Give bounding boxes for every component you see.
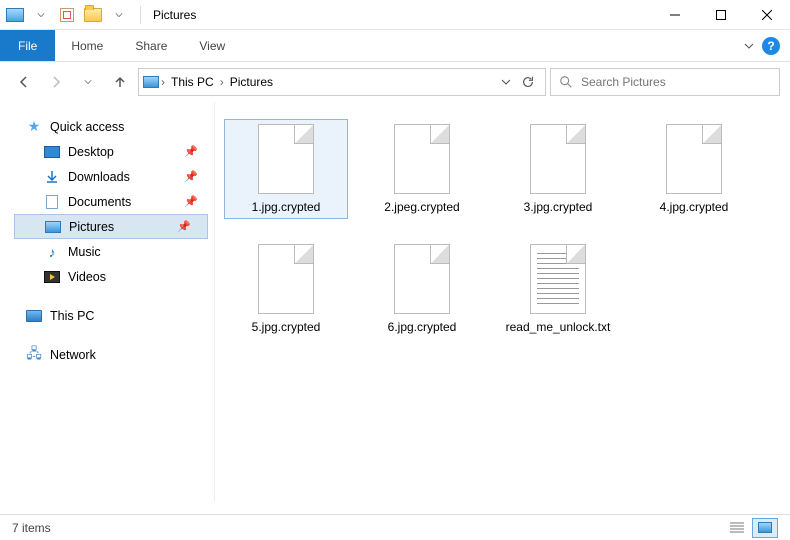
network-icon: 🖧 — [26, 347, 42, 363]
sidebar-item-label: Desktop — [68, 145, 114, 159]
videos-icon — [44, 269, 60, 285]
refresh-icon[interactable] — [521, 75, 535, 89]
downloads-icon — [44, 169, 60, 185]
sidebar-item-documents[interactable]: Documents 📌 — [14, 189, 214, 214]
content-pane[interactable]: 1.jpg.crypted 2.jpeg.crypted 3.jpg.crypted… — [215, 102, 790, 502]
text-file-icon — [530, 244, 586, 314]
sidebar-item-label: Downloads — [68, 170, 130, 184]
star-icon: ★ — [26, 119, 42, 135]
ribbon: File Home Share View ? — [0, 30, 790, 62]
item-count: 7 items — [12, 521, 51, 535]
pictures-location-icon — [143, 74, 159, 90]
chevron-down-icon[interactable] — [30, 4, 52, 26]
view-switcher — [724, 518, 778, 538]
explorer-app-icon — [4, 4, 26, 26]
forward-button[interactable] — [42, 68, 70, 96]
details-view-button[interactable] — [724, 518, 750, 538]
search-input[interactable] — [581, 75, 771, 89]
sidebar-item-label: Network — [50, 348, 96, 362]
tab-view[interactable]: View — [183, 30, 241, 61]
breadcrumb-this-pc[interactable]: This PC — [167, 75, 218, 89]
chevron-right-icon[interactable]: › — [161, 75, 165, 89]
file-item[interactable]: read_me_unlock.txt — [497, 240, 619, 338]
properties-icon[interactable] — [56, 4, 78, 26]
sidebar-item-label: Videos — [68, 270, 106, 284]
sidebar-network[interactable]: 🖧 Network — [14, 342, 214, 367]
file-tab[interactable]: File — [0, 30, 55, 61]
chevron-right-icon[interactable]: › — [220, 75, 224, 89]
tab-share[interactable]: Share — [119, 30, 183, 61]
address-dropdown-icon[interactable] — [501, 77, 511, 87]
pin-icon: 📌 — [184, 195, 198, 208]
sidebar-item-label: Music — [68, 245, 101, 259]
file-name-label: 2.jpeg.crypted — [384, 200, 459, 214]
search-box[interactable] — [550, 68, 780, 96]
tab-home[interactable]: Home — [55, 30, 119, 61]
explorer-body: ★ Quick access Desktop📌Downloads📌Documen… — [0, 102, 790, 502]
title-bar: Pictures — [0, 0, 790, 30]
sidebar-item-label: Pictures — [69, 220, 114, 234]
pictures-icon — [45, 219, 61, 235]
minimize-button[interactable] — [652, 0, 698, 30]
recent-locations-icon[interactable] — [74, 68, 102, 96]
folder-icon[interactable] — [82, 4, 104, 26]
sidebar-quick-access[interactable]: ★ Quick access — [14, 114, 214, 139]
sidebar-item-label: This PC — [50, 309, 94, 323]
pin-icon: 📌 — [184, 145, 198, 158]
file-name-label: 4.jpg.crypted — [660, 200, 729, 214]
large-icons-view-button[interactable] — [752, 518, 778, 538]
music-icon: ♪ — [44, 244, 60, 260]
navigation-pane: ★ Quick access Desktop📌Downloads📌Documen… — [0, 102, 215, 502]
separator — [140, 6, 141, 24]
file-item[interactable]: 5.jpg.crypted — [225, 240, 347, 338]
window-controls — [652, 0, 790, 30]
documents-icon — [44, 194, 60, 210]
sidebar-item-videos[interactable]: Videos — [14, 264, 214, 289]
file-icon — [394, 244, 450, 314]
status-bar: 7 items — [0, 514, 790, 540]
up-button[interactable] — [106, 68, 134, 96]
search-icon — [559, 75, 573, 89]
close-button[interactable] — [744, 0, 790, 30]
breadcrumb-pictures[interactable]: Pictures — [226, 75, 277, 89]
file-name-label: 1.jpg.crypted — [252, 200, 321, 214]
sidebar-this-pc[interactable]: This PC — [14, 303, 214, 328]
file-icon — [394, 124, 450, 194]
file-item[interactable]: 3.jpg.crypted — [497, 120, 619, 218]
expand-ribbon-icon[interactable] — [744, 41, 754, 51]
file-icon — [530, 124, 586, 194]
address-bar[interactable]: › This PC › Pictures — [138, 68, 546, 96]
maximize-button[interactable] — [698, 0, 744, 30]
sidebar-item-label: Quick access — [50, 120, 124, 134]
file-item[interactable]: 4.jpg.crypted — [633, 120, 755, 218]
sidebar-item-music[interactable]: ♪ Music — [14, 239, 214, 264]
file-name-label: 3.jpg.crypted — [524, 200, 593, 214]
quick-access-toolbar — [0, 4, 134, 26]
file-grid: 1.jpg.crypted 2.jpeg.crypted 3.jpg.crypted… — [225, 120, 780, 339]
file-item[interactable]: 6.jpg.crypted — [361, 240, 483, 338]
file-name-label: 6.jpg.crypted — [388, 320, 457, 334]
sidebar-item-label: Documents — [68, 195, 131, 209]
help-icon[interactable]: ? — [762, 37, 780, 55]
sidebar-item-pictures[interactable]: Pictures 📌 — [14, 214, 208, 239]
pin-icon: 📌 — [177, 220, 191, 233]
window-title: Pictures — [147, 8, 196, 22]
navigation-row: › This PC › Pictures — [0, 62, 790, 102]
pin-icon: 📌 — [184, 170, 198, 183]
pc-icon — [26, 308, 42, 324]
file-name-label: 5.jpg.crypted — [252, 320, 321, 334]
file-icon — [258, 124, 314, 194]
file-icon — [666, 124, 722, 194]
file-icon — [258, 244, 314, 314]
file-name-label: read_me_unlock.txt — [506, 320, 611, 334]
sidebar-item-downloads[interactable]: Downloads 📌 — [14, 164, 214, 189]
file-item[interactable]: 1.jpg.crypted — [225, 120, 347, 218]
sidebar-item-desktop[interactable]: Desktop 📌 — [14, 139, 214, 164]
desktop-icon — [44, 144, 60, 160]
back-button[interactable] — [10, 68, 38, 96]
file-item[interactable]: 2.jpeg.crypted — [361, 120, 483, 218]
chevron-down-icon[interactable] — [108, 4, 130, 26]
